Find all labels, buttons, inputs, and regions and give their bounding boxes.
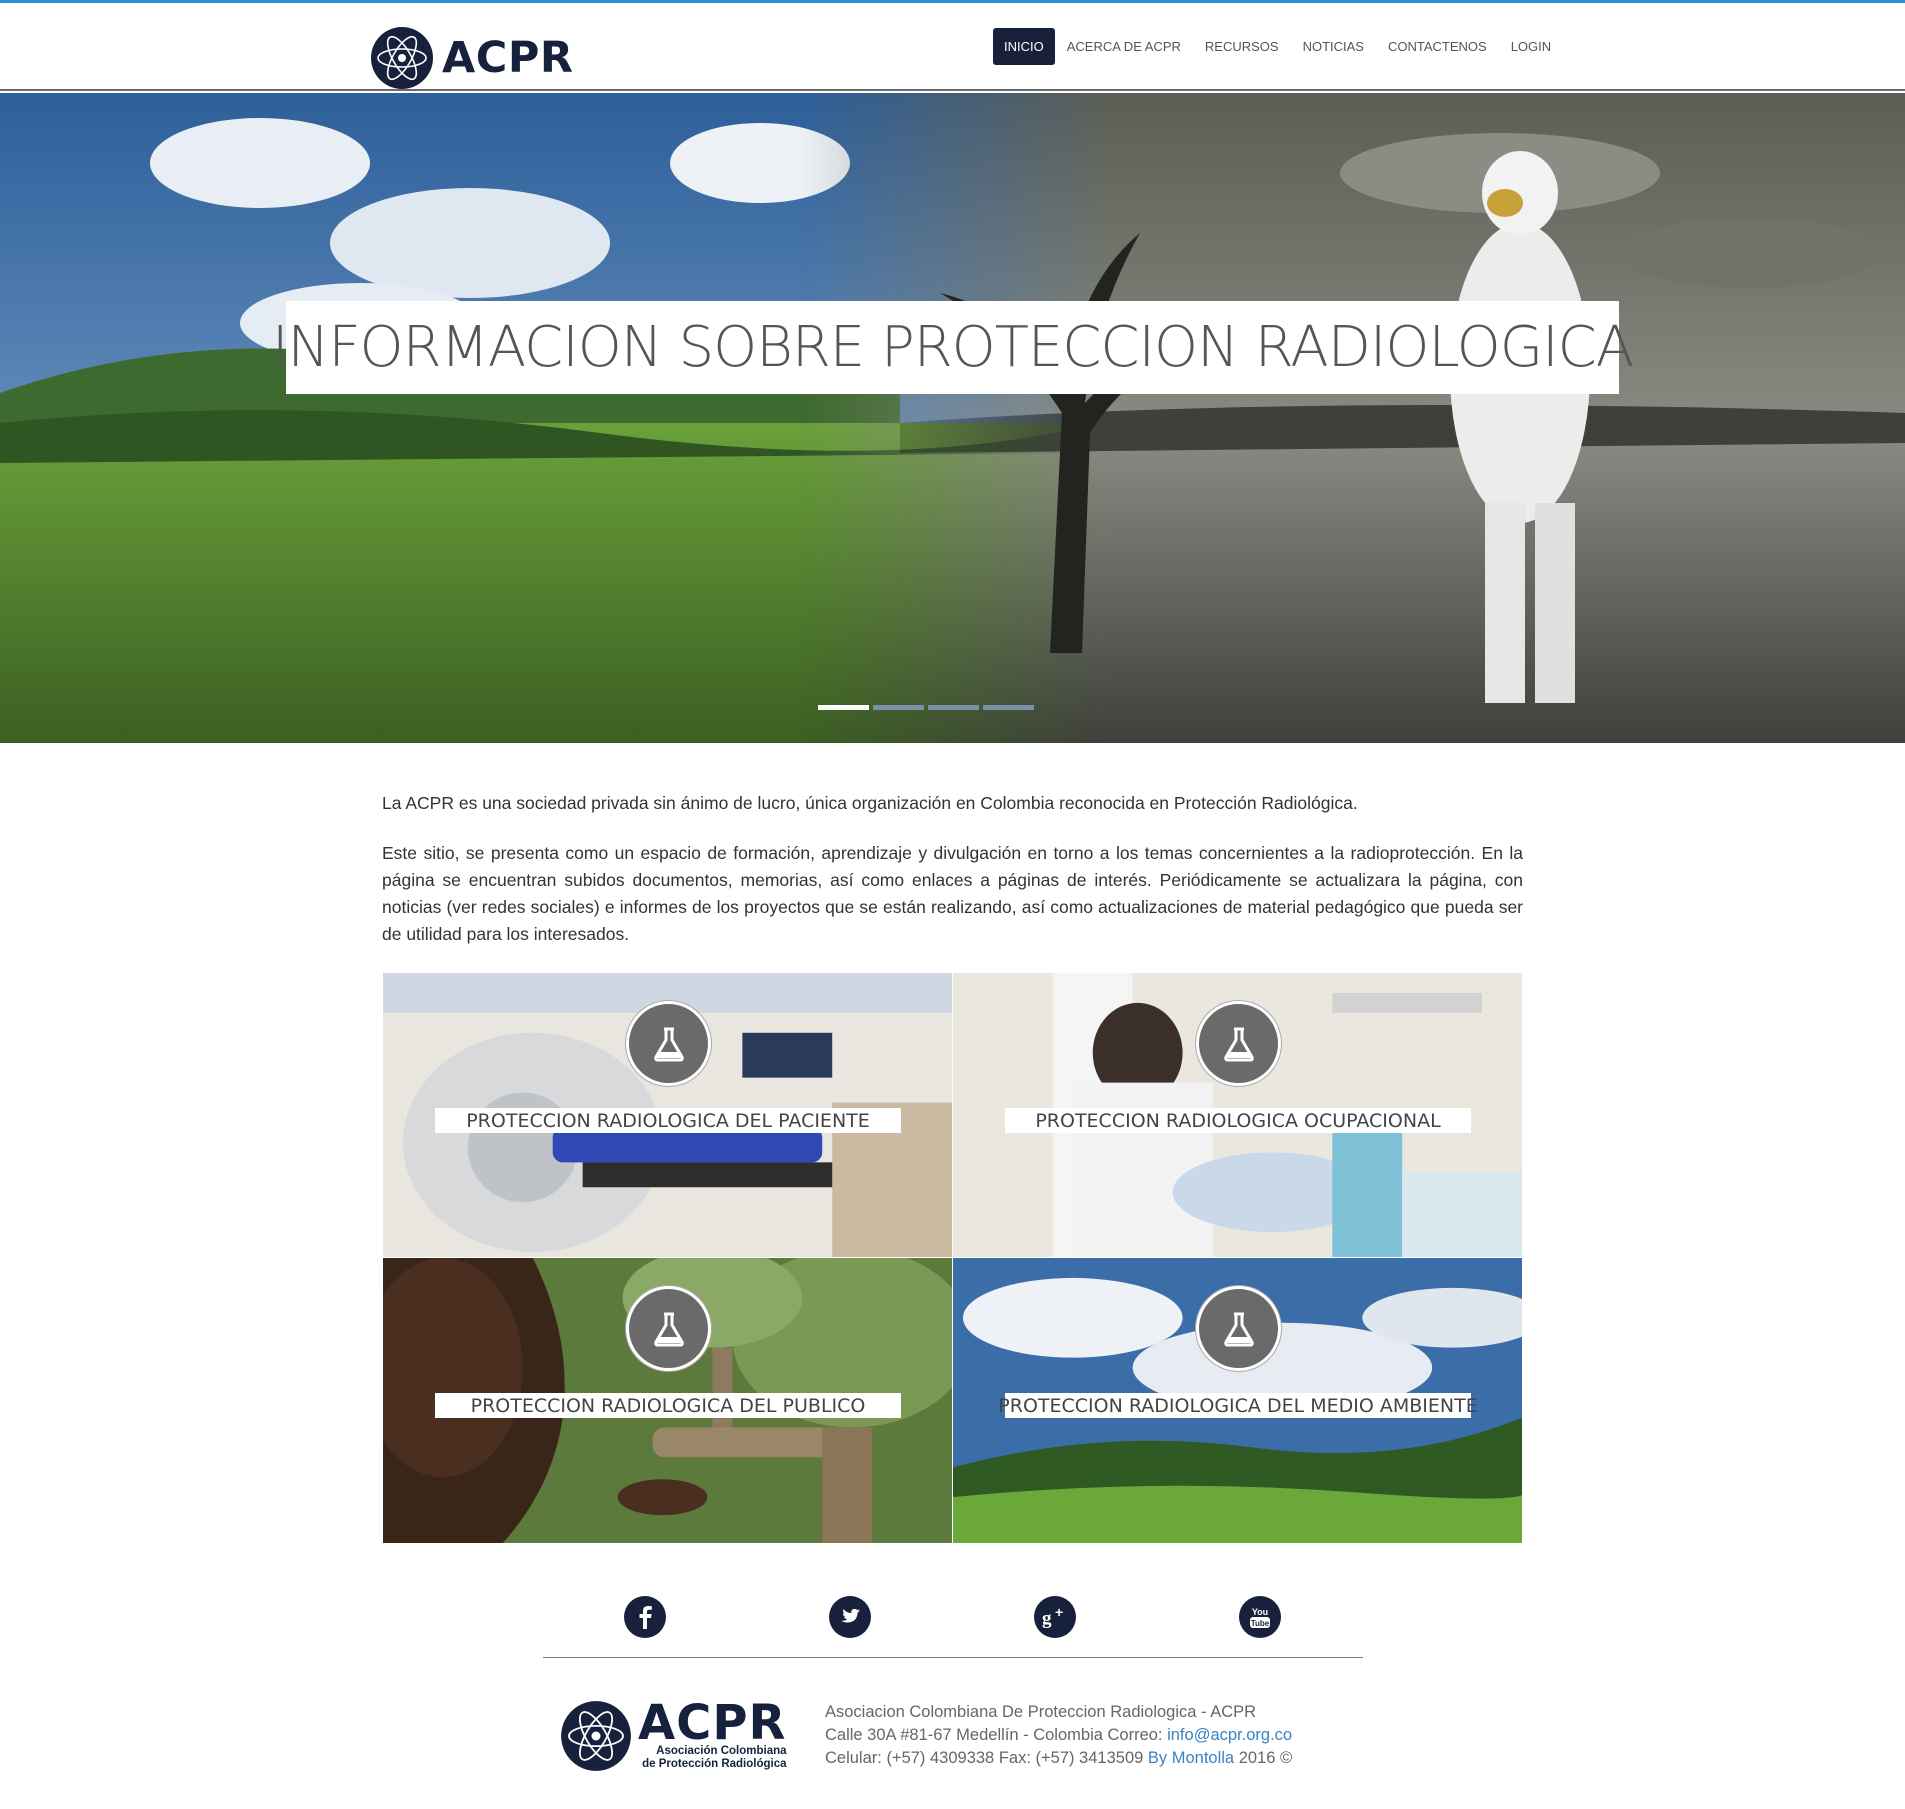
tile-publico[interactable]: PROTECCION RADIOLOGICA DEL PUBLICO	[383, 1258, 953, 1544]
footer-brand-text: ACPR Asociación Colombiana de Protección…	[638, 1695, 787, 1771]
youtube-icon[interactable]: You Tube	[1239, 1596, 1281, 1638]
svg-text:You: You	[1252, 1607, 1268, 1617]
footer-address: Calle 30A #81-67 Medellín - Colombia Cor…	[825, 1726, 1168, 1744]
tile-ocupacional[interactable]: PROTECCION RADIOLOGICA OCUPACIONAL	[953, 973, 1523, 1258]
hero-title: INFORMACION SOBRE PROTECCION RADIOLOGICA	[271, 315, 1634, 380]
flask-icon	[626, 1286, 711, 1371]
footer-phone-line: Celular: (+57) 4309338 Fax: (+57) 341350…	[825, 1747, 1292, 1770]
main-nav: INICIO ACERCA DE ACPR RECURSOS NOTICIAS …	[993, 28, 1563, 65]
site-logo[interactable]: ACPR	[370, 26, 573, 90]
hero-slider: INFORMACION SOBRE PROTECCION RADIOLOGICA	[0, 93, 1905, 743]
slide-indicator-4[interactable]	[983, 705, 1034, 710]
footer-org-name: Asociacion Colombiana De Proteccion Radi…	[825, 1703, 1257, 1721]
tile-paciente[interactable]: PROTECCION RADIOLOGICA DEL PACIENTE	[383, 973, 953, 1258]
footer-contact-info: Asociacion Colombiana De Proteccion Radi…	[825, 1701, 1292, 1770]
svg-text:g: g	[1042, 1608, 1052, 1629]
topics-grid: PROTECCION RADIOLOGICA DEL PACIENTE PROT…	[383, 973, 1523, 1544]
intro-paragraph-1: La ACPR es una sociedad privada sin ánim…	[382, 793, 1358, 813]
hero-title-box: INFORMACION SOBRE PROTECCION RADIOLOGICA	[272, 301, 1634, 394]
nav-item-contactenos[interactable]: CONTACTENOS	[1376, 28, 1499, 65]
footer-credit-link[interactable]: By Montolla	[1148, 1749, 1234, 1767]
slide-indicator-2[interactable]	[873, 705, 924, 710]
intro-paragraph-2: Este sitio, se presenta como un espacio …	[382, 843, 1523, 944]
flask-icon	[626, 1001, 711, 1086]
slide-indicator-3[interactable]	[928, 705, 979, 710]
tile-label: PROTECCION RADIOLOGICA DEL MEDIO AMBIENT…	[998, 1393, 1478, 1418]
nav-item-recursos[interactable]: RECURSOS	[1193, 28, 1291, 65]
footer-phones: Celular: (+57) 4309338 Fax: (+57) 341350…	[825, 1749, 1148, 1767]
footer-brand-name: ACPR	[638, 1695, 787, 1751]
hero-landscape-image	[0, 93, 1905, 743]
tile-label: PROTECCION RADIOLOGICA OCUPACIONAL	[1005, 1108, 1471, 1133]
logo-wordmark: ACPR	[442, 33, 574, 83]
footer-address-line: Calle 30A #81-67 Medellín - Colombia Cor…	[825, 1724, 1292, 1747]
slide-indicator-1[interactable]	[818, 705, 869, 710]
footer-brand-sub1: Asociación Colombiana	[656, 1745, 787, 1757]
flask-icon	[1196, 1001, 1281, 1086]
twitter-icon[interactable]	[829, 1596, 871, 1638]
nav-item-inicio[interactable]: INICIO	[993, 28, 1055, 65]
nav-item-acerca[interactable]: ACERCA DE ACPR	[1055, 28, 1193, 65]
footer-logo: ACPR Asociación Colombiana de Protección…	[560, 1695, 787, 1772]
facebook-icon[interactable]	[624, 1596, 666, 1638]
site-header: ACPR INICIO ACERCA DE ACPR RECURSOS NOTI…	[0, 3, 1905, 91]
google-plus-icon[interactable]: g +	[1034, 1596, 1076, 1638]
nav-item-login[interactable]: LOGIN	[1499, 28, 1563, 65]
footer-divider	[543, 1657, 1363, 1658]
atom-logo-icon	[371, 27, 433, 89]
footer-email-link[interactable]: info@acpr.org.co	[1167, 1726, 1292, 1744]
slider-pagination	[818, 705, 1034, 710]
tile-label: PROTECCION RADIOLOGICA DEL PUBLICO	[435, 1393, 901, 1418]
tile-medio-ambiente[interactable]: PROTECCION RADIOLOGICA DEL MEDIO AMBIENT…	[953, 1258, 1523, 1544]
footer-copyright: 2016 ©	[1234, 1749, 1293, 1767]
svg-text:+: +	[1055, 1604, 1063, 1620]
intro-text: La ACPR es una sociedad privada sin ánim…	[382, 790, 1523, 971]
nav-item-noticias[interactable]: NOTICIAS	[1291, 28, 1376, 65]
flask-icon	[1196, 1286, 1281, 1371]
svg-text:Tube: Tube	[1251, 1619, 1270, 1628]
atom-logo-icon	[561, 1701, 631, 1771]
footer-brand-sub2: de Protección Radiológica	[642, 1758, 787, 1770]
tile-label: PROTECCION RADIOLOGICA DEL PACIENTE	[435, 1108, 901, 1133]
social-links: g + You Tube	[624, 1596, 1281, 1638]
